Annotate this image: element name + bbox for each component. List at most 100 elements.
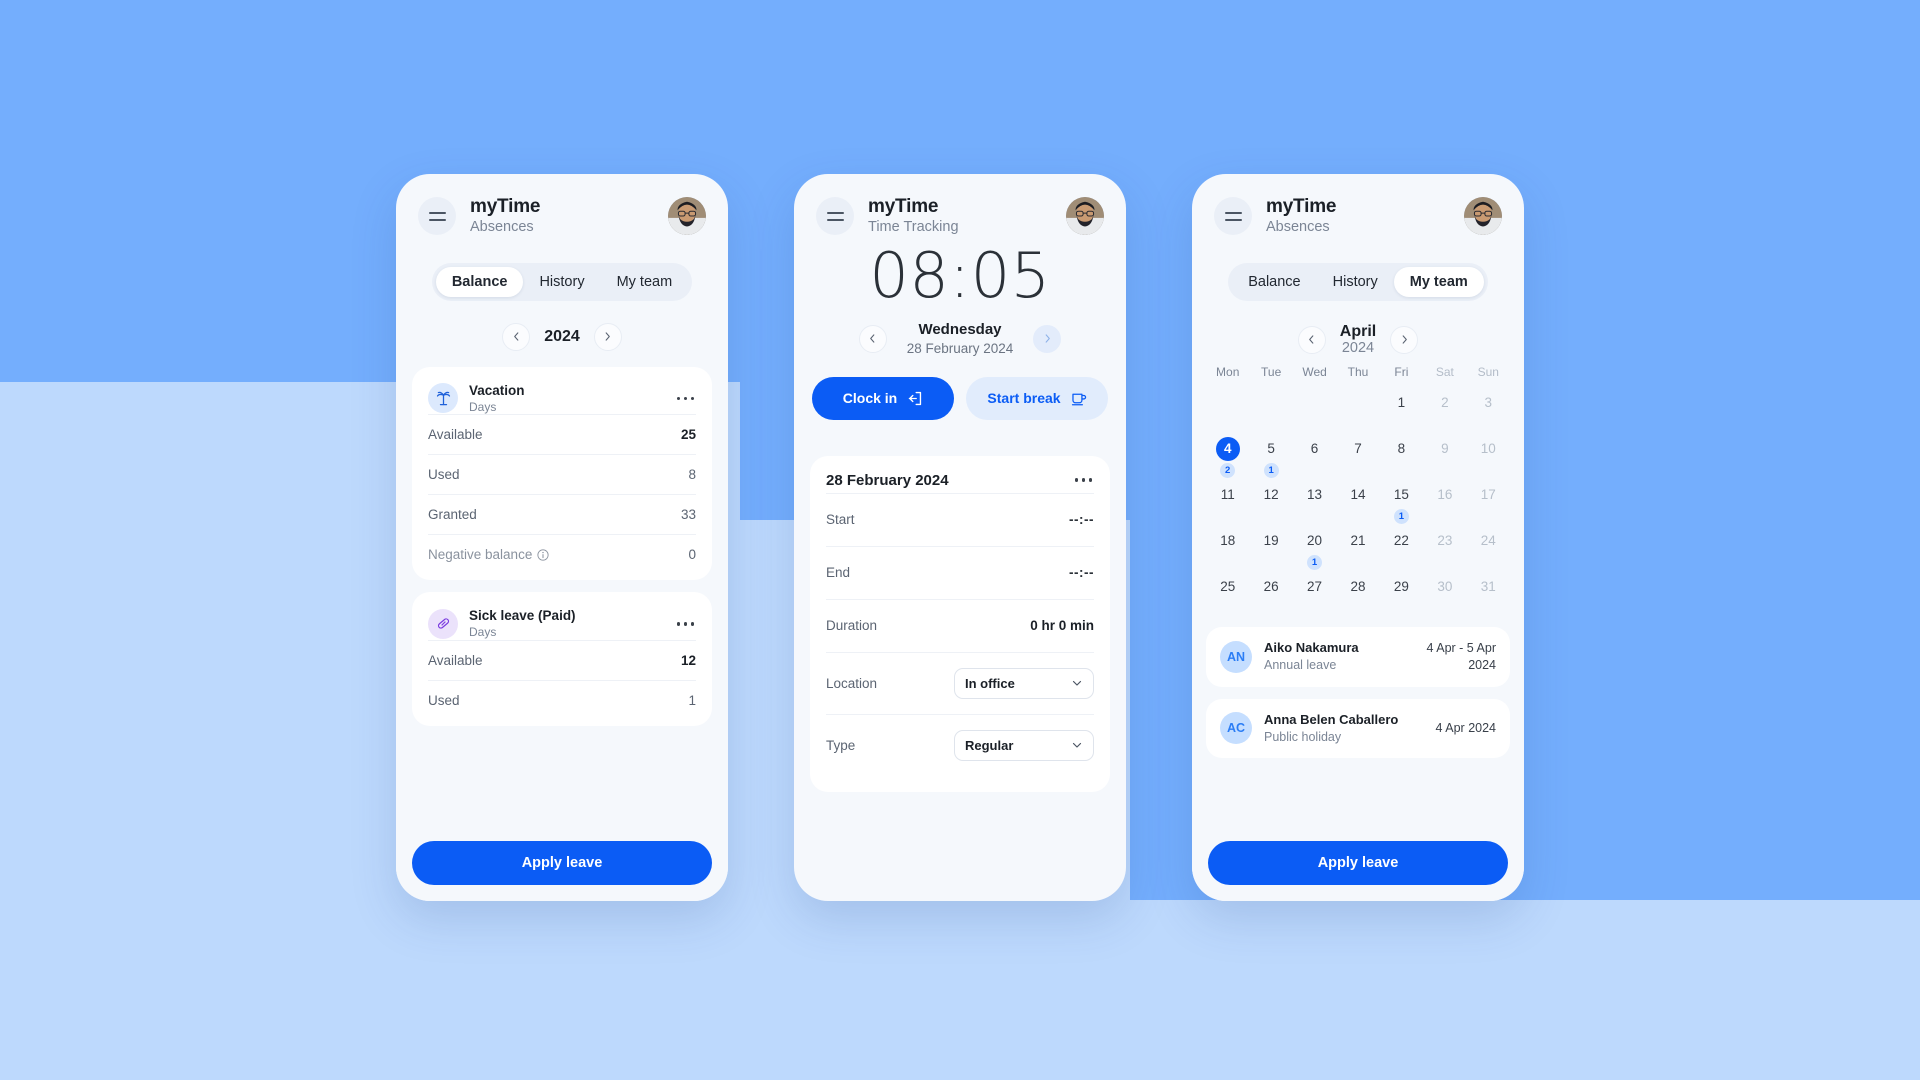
entry-overflow-menu-icon[interactable] [1073,474,1095,486]
previous-month-button[interactable] [1297,325,1326,354]
calendar-cell: 22 [1380,527,1423,573]
calendar-cell: 11 [1206,481,1249,527]
tab-balance[interactable]: Balance [435,266,524,297]
calendar-day-22[interactable]: 22 [1389,529,1413,553]
stat-value: 33 [680,507,696,523]
card-overflow-menu-icon[interactable] [675,618,697,630]
coffee-cup-icon [1071,393,1086,406]
location-select[interactable]: In office [954,667,1094,699]
calendar-day-badge: 2 [1220,462,1236,478]
user-avatar[interactable] [1464,197,1502,236]
calendar-day-7[interactable]: 7 [1346,437,1370,461]
tab-my-team[interactable]: My team [601,267,689,297]
tab-history[interactable]: History [1317,267,1394,297]
stat-label: Used [428,467,460,483]
calendar-day-2[interactable]: 2 [1433,391,1457,415]
next-day-button[interactable] [1033,324,1062,353]
entry-value[interactable]: --:-- [1069,512,1094,527]
calendar-day-5[interactable]: 5 [1259,437,1283,461]
calendar-day-12[interactable]: 12 [1259,483,1283,507]
full-date: 28 February 2024 [906,340,1014,356]
apply-leave-button[interactable]: Apply leave [412,841,712,885]
entry-card-header: 28 February 2024 [826,472,1094,489]
previous-year-button[interactable] [502,322,531,351]
team-member-name: Anna Belen Caballero [1264,711,1399,727]
calendar-day-26[interactable]: 26 [1259,575,1283,599]
type-select[interactable]: Regular [954,729,1094,761]
info-icon[interactable] [537,549,549,561]
calendar-day-grid: 1 2 3 4 2 5 1 6 7 8 9 10 11 12 13 14 15 1 16 17 18 19 20 1 21 22 2… [1206,389,1510,619]
calendar-day-30[interactable]: 30 [1433,575,1457,599]
start-break-label: Start break [987,390,1061,407]
card-header: Vacation Days [428,383,696,415]
calendar-day-14[interactable]: 14 [1346,483,1370,507]
user-avatar[interactable] [1066,197,1104,236]
calendar-day-29[interactable]: 29 [1389,575,1413,599]
entry-value[interactable]: --:-- [1069,565,1094,580]
hamburger-menu-icon[interactable] [418,197,456,236]
tab-balance[interactable]: Balance [1232,267,1316,297]
tab-my-team[interactable]: My team [1393,266,1484,297]
calendar-day-4[interactable]: 4 [1215,436,1240,461]
calendar-day-8[interactable]: 8 [1389,437,1413,461]
next-year-button[interactable] [593,322,622,351]
calendar-day-6[interactable]: 6 [1303,437,1327,461]
calendar-cell: 18 [1206,527,1249,573]
login-arrow-icon [908,391,922,405]
chevron-down-icon [1072,681,1082,686]
calendar-weekday-wed: Wed [1302,364,1327,379]
current-time: 08:05 [869,238,1051,312]
hamburger-menu-icon[interactable] [1214,197,1252,236]
team-member-text: Anna Belen Caballero Public holiday [1264,712,1424,746]
calendar-day-10[interactable]: 10 [1476,437,1500,461]
calendar-day-11[interactable]: 11 [1216,483,1240,507]
hamburger-menu-icon[interactable] [816,197,854,236]
calendar-day-23[interactable]: 23 [1433,529,1457,553]
footer-action-bar: Apply leave [396,829,728,901]
avatar-photo-icon [668,197,706,236]
app-title: myTime [1266,196,1337,217]
team-member-text: Aiko Nakamura Annual leave [1264,640,1388,674]
calendar-day-16[interactable]: 16 [1433,483,1457,507]
clock-action-buttons: Clock in Start break [794,357,1126,424]
calendar-day-13[interactable]: 13 [1303,483,1327,507]
calendar-day-19[interactable]: 19 [1259,529,1283,553]
calendar-day-27[interactable]: 27 [1303,575,1327,599]
team-absence-item[interactable]: AC Anna Belen Caballero Public holiday 4 Ap… [1206,698,1510,759]
balance-card-sick-leave: Sick leave (Paid) Days Available 12 Used… [412,592,712,726]
calendar-day-3[interactable]: 3 [1476,391,1500,415]
calendar-cell: 42 [1206,435,1249,481]
chevron-left-icon [1309,335,1314,344]
segmented-tabs[interactable]: Balance History My team [1228,262,1488,301]
calendar-day-18[interactable]: 18 [1216,529,1240,553]
user-avatar[interactable] [668,197,706,236]
start-break-button[interactable]: Start break [966,376,1108,420]
calendar-day-1[interactable]: 1 [1389,391,1413,415]
clock-in-button[interactable]: Clock in [812,376,954,420]
calendar-weekday-sun: Sun [1477,364,1499,379]
stat-value: 1 [688,692,696,708]
calendar-day-15[interactable]: 15 [1389,483,1413,507]
next-month-button[interactable] [1390,325,1419,354]
calendar-day-25[interactable]: 25 [1216,575,1240,599]
calendar-day-21[interactable]: 21 [1346,529,1370,553]
calendar-day-17[interactable]: 17 [1476,483,1500,507]
calendar-day-20[interactable]: 20 [1303,529,1327,553]
calendar-day-24[interactable]: 24 [1476,529,1500,553]
entry-row-type: Type Regular [826,713,1094,776]
entry-label: Type [826,737,856,753]
card-overflow-menu-icon[interactable] [675,393,697,405]
calendar-day-9[interactable]: 9 [1433,437,1457,461]
apply-leave-button[interactable]: Apply leave [1208,841,1508,885]
segmented-tabs[interactable]: Balance History My team [431,262,693,301]
previous-day-button[interactable] [858,324,887,353]
calendar-cell: 12 [1249,481,1292,527]
tab-history[interactable]: History [523,267,600,297]
team-absence-item[interactable]: AN Aiko Nakamura Annual leave 4 Apr - 5 Apr… [1206,626,1510,687]
month-label-group: April 2024 [1340,323,1376,357]
calendar-day-28[interactable]: 28 [1346,575,1370,599]
calendar-day-badge: 1 [1307,554,1323,570]
stat-row: Used 8 [428,454,696,494]
calendar-day-31[interactable]: 31 [1476,575,1500,599]
leave-type-name: Vacation [469,382,525,398]
